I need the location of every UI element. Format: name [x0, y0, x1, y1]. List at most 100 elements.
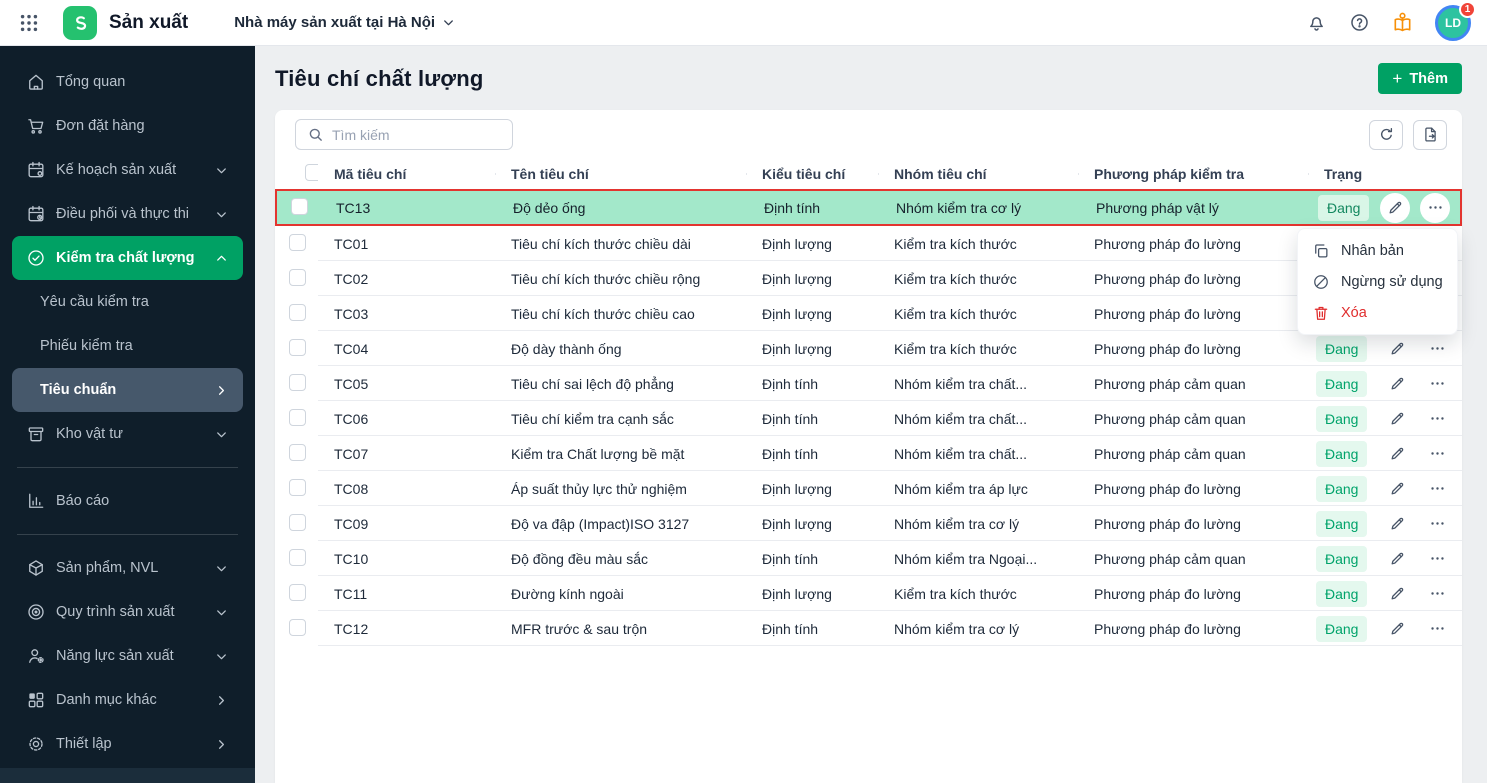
context-menu-item[interactable]: Ngừng sử dụng	[1298, 266, 1457, 297]
sidebar-item-label: Danh mục khác	[56, 692, 157, 708]
row-checkbox[interactable]	[289, 303, 306, 321]
refresh-button[interactable]	[1369, 119, 1403, 150]
table-row[interactable]: TC05 Tiêu chí sai lệch độ phẳng Định tín…	[275, 366, 1462, 401]
sidebar-item[interactable]: Tổng quan	[12, 60, 243, 104]
sidebar-item[interactable]: Phiếu kiểm tra	[12, 324, 243, 368]
table-row[interactable]: TC09 Độ va đập (Impact)ISO 3127 Định lượ…	[275, 506, 1462, 541]
select-all-checkbox[interactable]	[305, 163, 318, 181]
chevron-right-icon	[213, 692, 229, 708]
edit-icon[interactable]	[1380, 192, 1410, 223]
more-actions-icon[interactable]	[1422, 474, 1452, 504]
sidebar-item[interactable]: Sản phẩm, NVL	[12, 546, 243, 590]
cell-type: Định lượng	[762, 235, 832, 252]
row-checkbox[interactable]	[289, 618, 306, 636]
table-row[interactable]: TC13 Độ dẻo ống Định tính Nhóm kiểm tra …	[275, 189, 1462, 226]
column-header-group[interactable]: Nhóm tiêu chí	[878, 166, 1078, 182]
table-row[interactable]: TC03 Tiêu chí kích thước chiều cao Định …	[275, 296, 1462, 331]
cell-group: Kiểm tra kích thước	[894, 270, 1017, 287]
more-actions-icon[interactable]	[1422, 544, 1452, 574]
gear-icon	[26, 734, 46, 754]
sidebar-item[interactable]: Kho vật tư	[12, 412, 243, 456]
edit-icon[interactable]	[1382, 334, 1412, 364]
row-checkbox[interactable]	[289, 583, 306, 601]
edit-icon[interactable]	[1382, 579, 1412, 609]
help-icon[interactable]	[1347, 11, 1371, 35]
cell-name: Độ dày thành ống	[511, 340, 622, 357]
row-checkbox[interactable]	[289, 443, 306, 461]
main-content: Tiêu chí chất lượng + Thêm Tìm kiếm Mã t…	[255, 46, 1487, 783]
row-checkbox[interactable]	[289, 373, 306, 391]
column-header-status[interactable]: Trạng	[1308, 166, 1462, 182]
row-checkbox[interactable]	[289, 233, 306, 251]
row-checkbox[interactable]	[289, 268, 306, 286]
edit-icon[interactable]	[1382, 439, 1412, 469]
table-row[interactable]: TC08 Áp suất thủy lực thử nghiệm Định lư…	[275, 471, 1462, 506]
more-actions-icon[interactable]	[1422, 509, 1452, 539]
app-logo-icon[interactable]	[63, 5, 97, 40]
row-checkbox[interactable]	[289, 548, 306, 566]
guide-icon[interactable]	[1390, 11, 1414, 35]
sidebar-item[interactable]: Đơn đặt hàng	[12, 104, 243, 148]
row-checkbox[interactable]	[289, 513, 306, 531]
cell-name: Đường kính ngoài	[511, 585, 624, 602]
more-actions-icon[interactable]	[1420, 192, 1450, 223]
row-checkbox[interactable]	[289, 338, 306, 356]
column-header-method[interactable]: Phương pháp kiểm tra	[1078, 166, 1308, 182]
sidebar-item[interactable]: Quy trình sản xuất	[12, 590, 243, 634]
column-header-name[interactable]: Tên tiêu chí	[495, 166, 746, 182]
edit-icon[interactable]	[1382, 544, 1412, 574]
table-row[interactable]: TC06 Tiêu chí kiểm tra cạnh sắc Định tín…	[275, 401, 1462, 436]
sidebar-item[interactable]: Kiểm tra chất lượng	[12, 236, 243, 280]
sidebar-item[interactable]: Kế hoạch sản xuất	[12, 148, 243, 192]
more-actions-icon[interactable]	[1422, 334, 1452, 364]
sidebar-item[interactable]: Yêu cầu kiểm tra	[12, 280, 243, 324]
edit-icon[interactable]	[1382, 509, 1412, 539]
cell-name: Tiêu chí kích thước chiều rộng	[511, 270, 701, 287]
user-avatar[interactable]: LD 1	[1435, 0, 1476, 41]
more-actions-icon[interactable]	[1422, 369, 1452, 399]
chevron-down-icon	[213, 426, 229, 442]
table-row[interactable]: TC04 Độ dày thành ống Định lượng Kiểm tr…	[275, 331, 1462, 366]
sidebar-item[interactable]: Điều phối và thực thi	[12, 192, 243, 236]
table-row[interactable]: TC11 Đường kính ngoài Định lượng Kiểm tr…	[275, 576, 1462, 611]
cell-group: Kiểm tra kích thước	[894, 585, 1017, 602]
table-row[interactable]: TC02 Tiêu chí kích thước chiều rộng Định…	[275, 261, 1462, 296]
row-checkbox[interactable]	[289, 478, 306, 496]
status-badge: Đang	[1316, 335, 1368, 362]
table-row[interactable]: TC01 Tiêu chí kích thước chiều dài Định …	[275, 226, 1462, 261]
column-header-code[interactable]: Mã tiêu chí	[318, 166, 495, 182]
row-checkbox[interactable]	[289, 408, 306, 426]
export-button[interactable]	[1413, 119, 1447, 150]
more-actions-icon[interactable]	[1422, 404, 1452, 434]
context-menu-item[interactable]: Xóa	[1298, 297, 1457, 328]
apps-grid-icon[interactable]	[16, 10, 42, 36]
cell-method: Phương pháp đo lường	[1094, 515, 1241, 532]
sidebar-item[interactable]: Năng lực sản xuất	[12, 634, 243, 678]
trash-icon	[1312, 304, 1330, 322]
cell-method: Phương pháp đo lường	[1094, 585, 1241, 602]
sidebar-item[interactable]: Tiêu chuẩn	[12, 368, 243, 412]
table-row[interactable]: TC12 MFR trước & sau trộn Định tính Nhóm…	[275, 611, 1462, 646]
edit-icon[interactable]	[1382, 369, 1412, 399]
add-button[interactable]: + Thêm	[1378, 63, 1462, 94]
bell-icon[interactable]	[1304, 11, 1328, 35]
table-row[interactable]: TC10 Độ đồng đều màu sắc Định tính Nhóm …	[275, 541, 1462, 576]
edit-icon[interactable]	[1382, 614, 1412, 644]
refresh-icon	[1378, 126, 1395, 143]
cell-type: Định lượng	[762, 585, 832, 602]
search-input[interactable]	[332, 126, 501, 143]
factory-selector[interactable]: Nhà máy sản xuất tại Hà Nội	[234, 14, 456, 31]
edit-icon[interactable]	[1382, 404, 1412, 434]
more-actions-icon[interactable]	[1422, 439, 1452, 469]
sidebar-item[interactable]: Danh mục khác	[12, 678, 243, 722]
context-menu-item[interactable]: Nhân bản	[1298, 235, 1457, 266]
sidebar-item[interactable]: Thiết lập	[12, 722, 243, 766]
edit-icon[interactable]	[1382, 474, 1412, 504]
row-checkbox[interactable]	[291, 197, 308, 215]
sidebar-item[interactable]: Báo cáo	[12, 479, 243, 523]
search-box[interactable]	[295, 119, 513, 150]
table-row[interactable]: TC07 Kiểm tra Chất lượng bề mặt Định tín…	[275, 436, 1462, 471]
column-header-type[interactable]: Kiểu tiêu chí	[746, 166, 878, 182]
more-actions-icon[interactable]	[1422, 614, 1452, 644]
more-actions-icon[interactable]	[1422, 579, 1452, 609]
